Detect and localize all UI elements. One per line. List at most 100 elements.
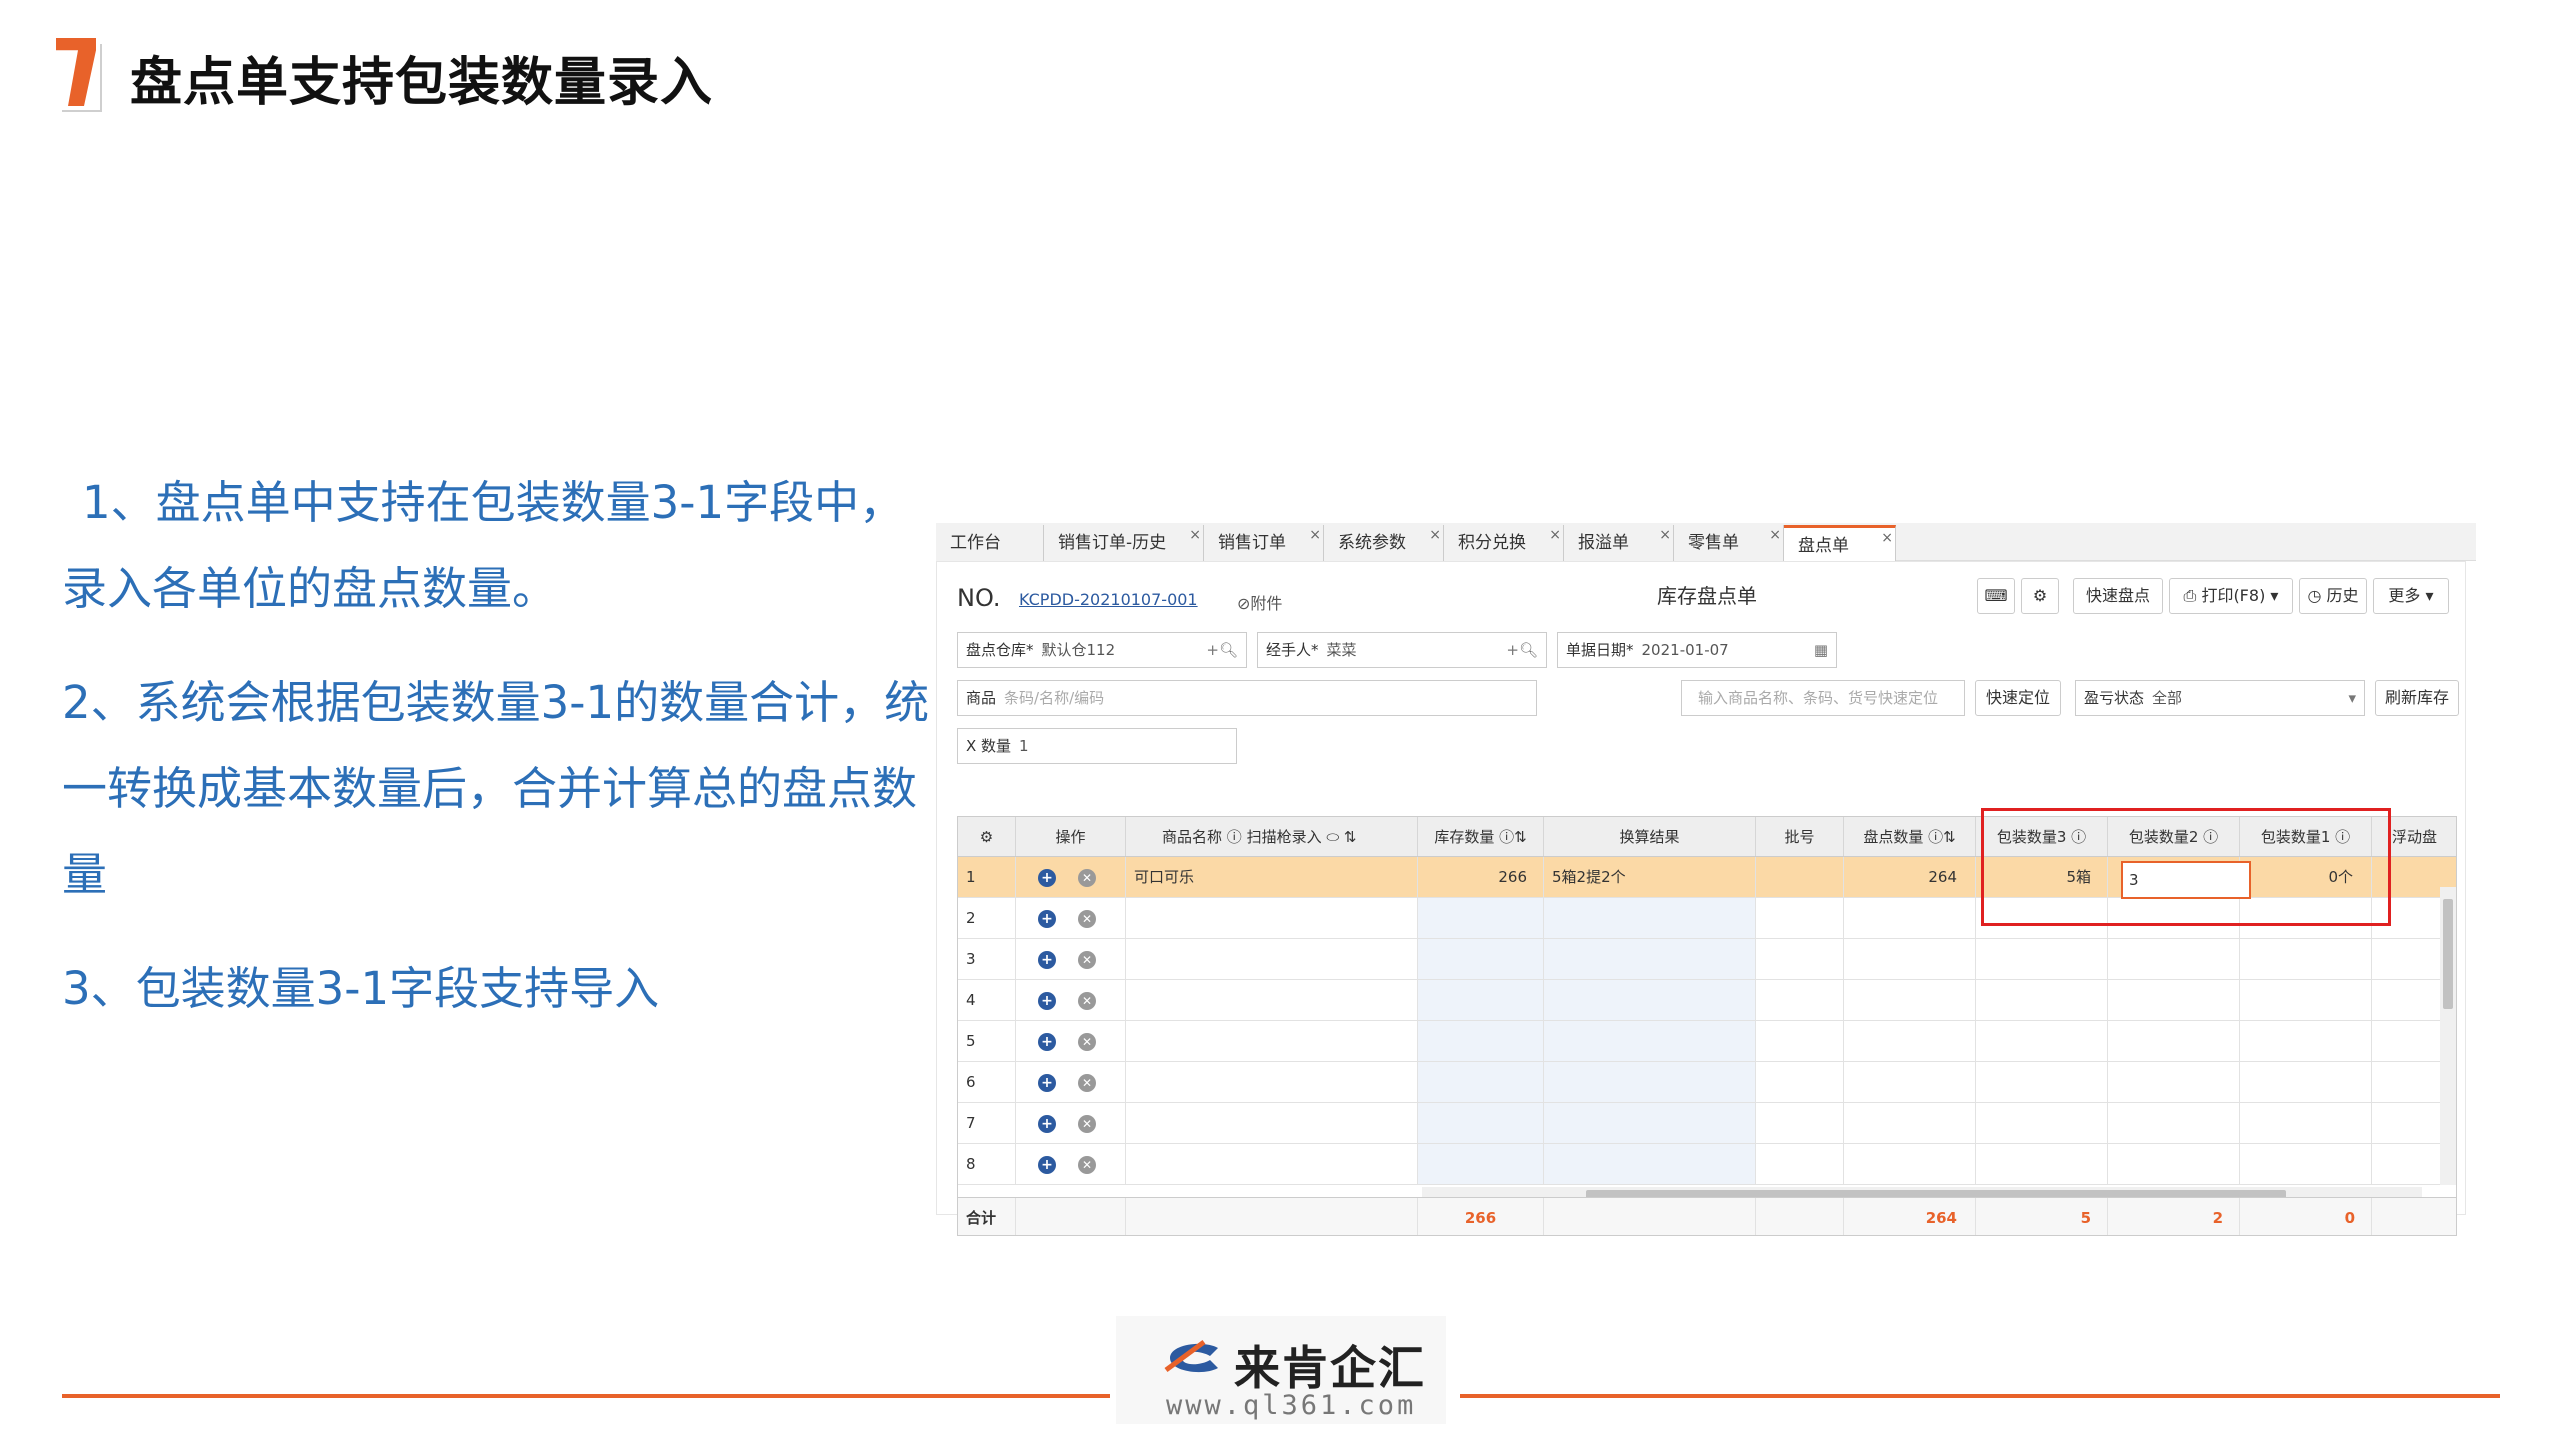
tab-sales-order[interactable]: 销售订单 × (1204, 525, 1324, 561)
close-icon[interactable]: × (1189, 517, 1201, 553)
close-icon[interactable]: × (1881, 520, 1893, 556)
grid-cell[interactable] (1756, 1103, 1844, 1143)
row-actions[interactable]: + ✕ (1016, 1103, 1126, 1143)
grid-cell[interactable] (1976, 939, 2108, 979)
gear-icon[interactable]: ⚙ (2021, 578, 2059, 614)
profit-status-select[interactable]: 盈亏状态 全部 ▾ (2075, 680, 2365, 716)
grid-cell[interactable] (1544, 1062, 1756, 1102)
grid-cell[interactable] (1126, 1103, 1418, 1143)
delete-row-icon[interactable]: ✕ (1078, 1115, 1096, 1133)
grid-cell[interactable] (2240, 1103, 2372, 1143)
grid-cell[interactable] (1418, 939, 1544, 979)
add-row-icon[interactable]: + (1038, 869, 1056, 887)
grid-cell[interactable] (1418, 898, 1544, 938)
vertical-scrollbar[interactable] (2440, 887, 2456, 1185)
table-row[interactable]: 7 + ✕ (958, 1103, 2456, 1144)
more-button[interactable]: 更多 ▾ (2373, 578, 2449, 614)
grid-cell[interactable] (1844, 1021, 1976, 1061)
keyboard-icon[interactable]: ⌨ (1977, 578, 2015, 614)
quick-stocktake-button[interactable]: 快速盘点 (2073, 578, 2163, 614)
tab-retail-order[interactable]: 零售单 × (1674, 525, 1784, 561)
order-no-link[interactable]: KCPDD-20210107-001 (1019, 590, 1198, 609)
grid-cell[interactable] (2108, 980, 2240, 1020)
row-actions[interactable]: + ✕ (1016, 1144, 1126, 1184)
tab-points-exchange[interactable]: 积分兑换 × (1444, 525, 1564, 561)
grid-cell[interactable] (2108, 1144, 2240, 1184)
row-actions[interactable]: + ✕ (1016, 898, 1126, 938)
grid-cell[interactable] (1844, 1144, 1976, 1184)
table-row[interactable]: 8 + ✕ (958, 1144, 2456, 1185)
grid-cell[interactable] (1756, 898, 1844, 938)
goods-search-input[interactable]: 商品 条码/名称/编码 (957, 680, 1537, 716)
calendar-icon[interactable]: ▦ (1814, 633, 1828, 667)
row-actions[interactable]: + ✕ (1016, 1021, 1126, 1061)
grid-cell[interactable] (1126, 1021, 1418, 1061)
quantity-field[interactable]: X 数量 1 (957, 728, 1237, 764)
grid-cell[interactable] (1544, 1103, 1756, 1143)
col-stock-qty[interactable]: 库存数量 ⓘ⇅ (1418, 817, 1544, 856)
grid-cell[interactable] (2240, 939, 2372, 979)
refresh-stock-button[interactable]: 刷新库存 (2375, 680, 2459, 716)
handler-field[interactable]: 经手人* 菜菜 +🔍︎ (1257, 632, 1547, 668)
tab-stocktake[interactable]: 盘点单 × (1784, 525, 1896, 561)
tab-overflow-order[interactable]: 报溢单 × (1564, 525, 1674, 561)
quick-locate-button[interactable]: 快速定位 (1975, 680, 2061, 716)
add-row-icon[interactable]: + (1038, 1033, 1056, 1051)
grid-cell[interactable] (1844, 939, 1976, 979)
row-actions[interactable]: + ✕ (1016, 1062, 1126, 1102)
grid-cell[interactable] (1756, 1021, 1844, 1061)
row-actions[interactable]: + ✕ (1016, 980, 1126, 1020)
grid-cell[interactable] (2108, 939, 2240, 979)
grid-cell[interactable] (1976, 1021, 2108, 1061)
add-row-icon[interactable]: + (1038, 951, 1056, 969)
close-icon[interactable]: × (1309, 517, 1321, 553)
quick-locate-input[interactable]: 输入商品名称、条码、货号快速定位 (1681, 680, 1965, 716)
delete-row-icon[interactable]: ✕ (1078, 1074, 1096, 1092)
delete-row-icon[interactable]: ✕ (1078, 1156, 1096, 1174)
grid-cell[interactable] (1544, 898, 1756, 938)
grid-cell[interactable] (1544, 939, 1756, 979)
delete-row-icon[interactable]: ✕ (1078, 992, 1096, 1010)
add-row-icon[interactable]: + (1038, 910, 1056, 928)
grid-cell[interactable] (1126, 1062, 1418, 1102)
add-row-icon[interactable]: + (1038, 992, 1056, 1010)
grid-cell[interactable] (1976, 1103, 2108, 1143)
delete-row-icon[interactable]: ✕ (1078, 1033, 1096, 1051)
grid-cell[interactable] (2240, 1021, 2372, 1061)
grid-cell[interactable] (1844, 980, 1976, 1020)
warehouse-field[interactable]: 盘点仓库* 默认仓112 +🔍︎ (957, 632, 1247, 668)
attachment-link[interactable]: ⊘附件 (1237, 590, 1282, 614)
product-name-cell[interactable]: 可口可乐 (1126, 857, 1418, 897)
grid-cell[interactable] (1756, 1062, 1844, 1102)
grid-cell[interactable] (2240, 1062, 2372, 1102)
delete-row-icon[interactable]: ✕ (1078, 910, 1096, 928)
table-row[interactable]: 6 + ✕ (958, 1062, 2456, 1103)
search-icon[interactable]: +🔍︎ (1206, 633, 1238, 667)
grid-cell[interactable] (1976, 980, 2108, 1020)
table-row[interactable]: 4 + ✕ (958, 980, 2456, 1021)
grid-cell[interactable] (1756, 980, 1844, 1020)
delete-row-icon[interactable]: ✕ (1078, 869, 1096, 887)
grid-cell[interactable] (1418, 1103, 1544, 1143)
grid-cell[interactable] (1756, 1144, 1844, 1184)
close-icon[interactable]: × (1659, 517, 1671, 553)
grid-cell[interactable] (1844, 898, 1976, 938)
grid-cell[interactable] (1844, 1103, 1976, 1143)
grid-cell[interactable] (1126, 898, 1418, 938)
grid-cell[interactable] (1544, 980, 1756, 1020)
grid-cell[interactable] (1418, 1062, 1544, 1102)
grid-cell[interactable] (2108, 1021, 2240, 1061)
grid-cell[interactable] (1756, 939, 1844, 979)
tab-system-params[interactable]: 系统参数 × (1324, 525, 1444, 561)
delete-row-icon[interactable]: ✕ (1078, 951, 1096, 969)
grid-cell[interactable] (1544, 1144, 1756, 1184)
grid-cell[interactable] (2240, 980, 2372, 1020)
grid-cell[interactable] (1126, 939, 1418, 979)
col-count-qty[interactable]: 盘点数量 ⓘ⇅ (1844, 817, 1976, 856)
add-row-icon[interactable]: + (1038, 1156, 1056, 1174)
close-icon[interactable]: × (1429, 517, 1441, 553)
grid-cell[interactable] (1126, 1144, 1418, 1184)
search-icon[interactable]: +🔍︎ (1506, 633, 1538, 667)
grid-cell[interactable] (1976, 1062, 2108, 1102)
grid-cell[interactable] (2108, 1103, 2240, 1143)
